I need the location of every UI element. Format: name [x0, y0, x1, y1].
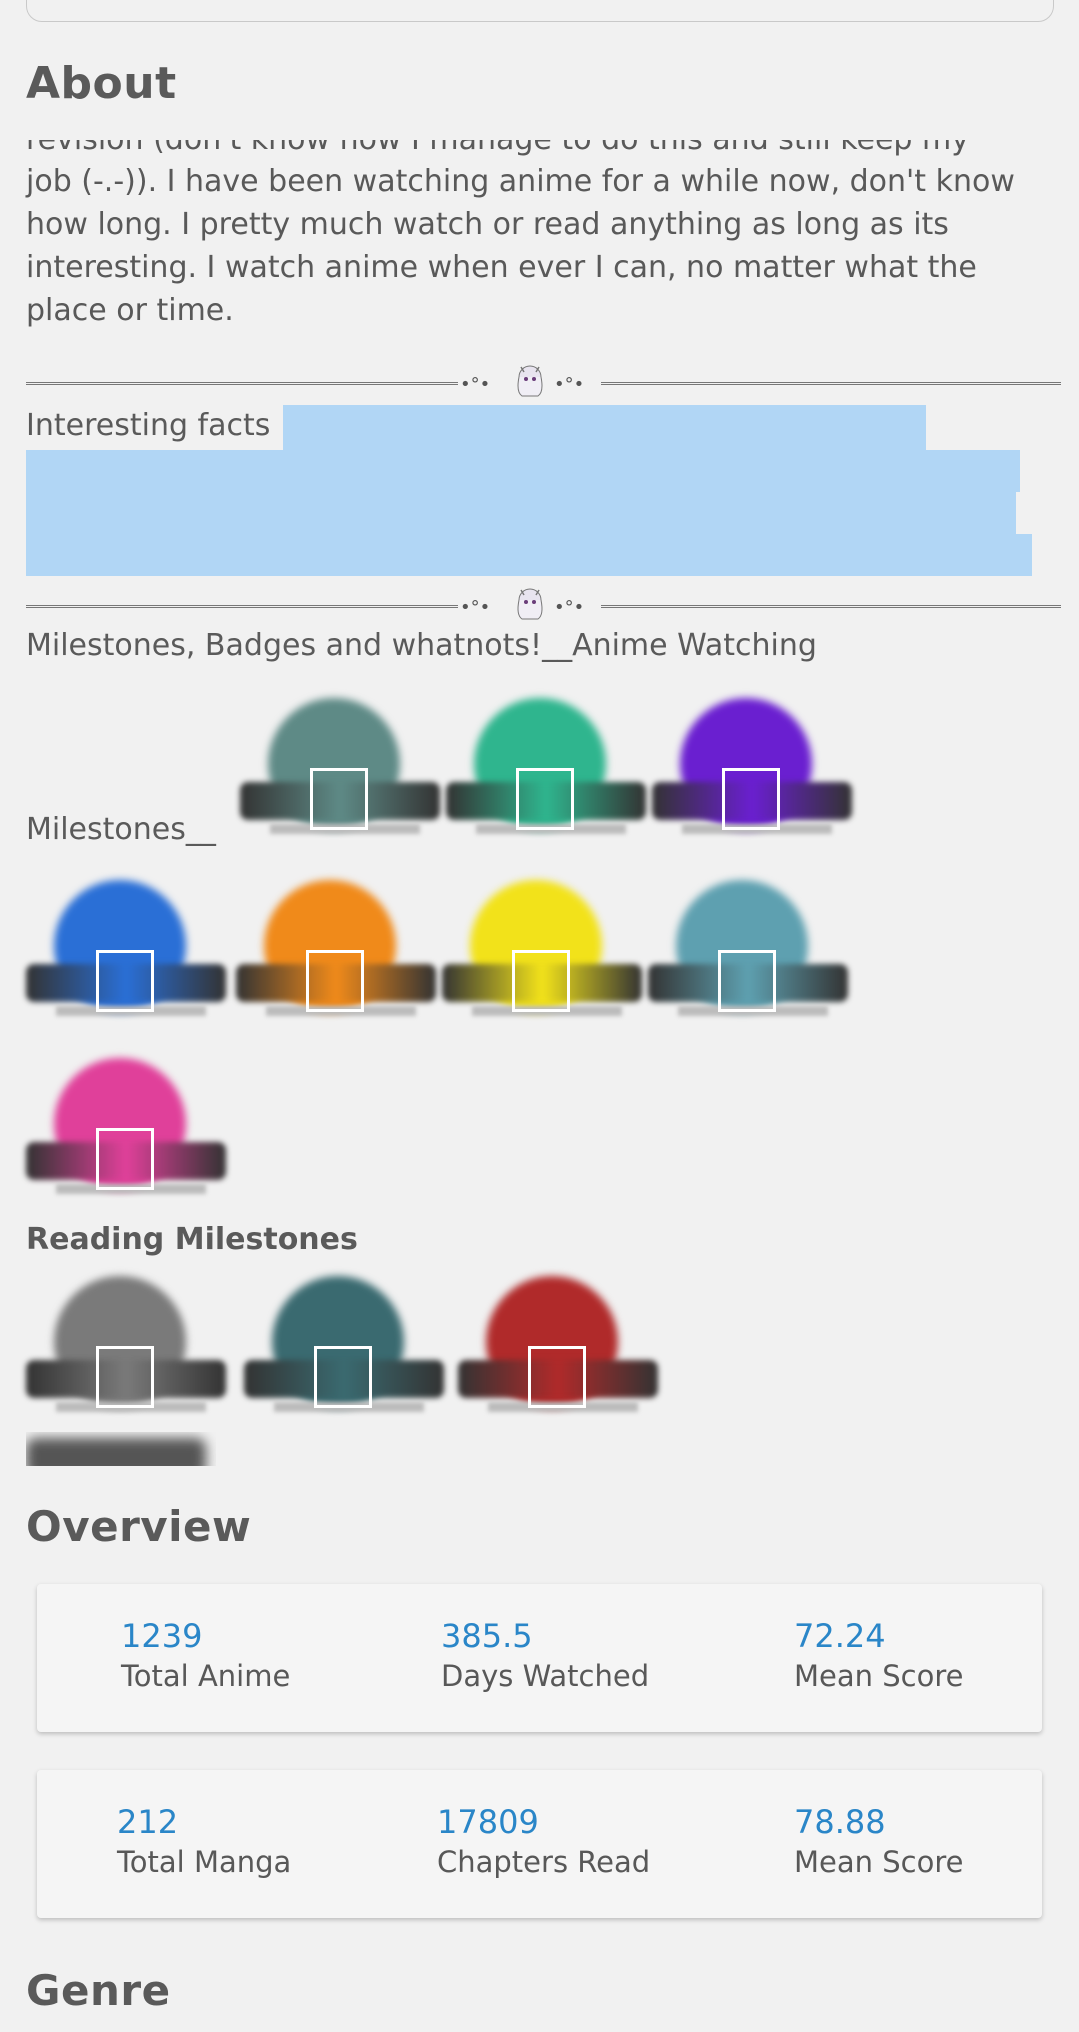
manga-badge[interactable]: [26, 1268, 226, 1428]
stat-label: Total Anime: [121, 1659, 291, 1693]
reading-milestones-label: Reading Milestones: [26, 1222, 358, 1257]
about-text-body: job (-.-)). I have been watching anime f…: [26, 164, 1015, 328]
genre-title: Genre: [26, 1966, 171, 2015]
chibi-girl-icon: [517, 365, 543, 397]
divider-center: •°• •°•: [460, 362, 600, 400]
manga-stats-card: 212 Total Manga 17809 Chapters Read 78.8…: [37, 1770, 1042, 1918]
selection-highlight: [26, 534, 1032, 576]
anime-badge[interactable]: [240, 690, 440, 850]
image-placeholder-icon: [306, 950, 364, 1012]
interesting-facts-label: Interesting facts: [26, 408, 271, 443]
image-placeholder-icon: [718, 950, 776, 1012]
image-placeholder-icon: [512, 950, 570, 1012]
milestones-heading: Milestones, Badges and whatnots!__Anime …: [26, 628, 817, 663]
stat-value: 1239: [121, 1617, 203, 1655]
stat-value: 72.24: [794, 1617, 886, 1655]
manga-badge[interactable]: [244, 1268, 444, 1428]
divider-line-left: [26, 605, 458, 608]
stat-label: Days Watched: [441, 1659, 650, 1693]
anime-badge[interactable]: [26, 1050, 226, 1210]
partial-badge: [26, 1432, 216, 1466]
anime-badge[interactable]: [442, 872, 642, 1032]
selection-highlight: [26, 450, 1020, 492]
anime-stats-card: 1239 Total Anime 385.5 Days Watched 72.2…: [37, 1584, 1042, 1732]
image-placeholder-icon: [96, 950, 154, 1012]
image-placeholder-icon: [96, 1346, 154, 1408]
stat-value: 212: [117, 1803, 179, 1841]
stat-chapters-read: 17809 Chapters Read: [437, 1802, 650, 1882]
stat-label: Chapters Read: [437, 1845, 651, 1879]
divider-line-right: [601, 382, 1061, 385]
divider-ornament: •°• •°•: [26, 583, 1061, 623]
divider-line-left: [26, 382, 458, 385]
divider-line-right: [601, 605, 1061, 608]
chibi-girl-icon: [517, 588, 543, 620]
stat-mean-score: 72.24 Mean Score: [794, 1616, 963, 1696]
image-placeholder-icon: [96, 1128, 154, 1190]
stat-value: 78.88: [794, 1803, 886, 1841]
image-placeholder-icon: [310, 768, 368, 830]
about-text: revision (don't know how I manage to do …: [26, 140, 1036, 332]
stat-label: Mean Score: [794, 1845, 964, 1879]
stat-mean-score: 78.88 Mean Score: [794, 1802, 963, 1882]
stat-value: 17809: [437, 1803, 539, 1841]
divider-dots-right: •°•: [554, 374, 585, 395]
selection-highlight: [283, 405, 926, 450]
milestones-label: Milestones__: [26, 812, 216, 847]
anime-badge[interactable]: [648, 872, 848, 1032]
stat-days-watched: 385.5 Days Watched: [441, 1616, 649, 1696]
selection-highlight: [26, 492, 1016, 534]
about-text-clipped-line: revision (don't know how I manage to do …: [26, 140, 1036, 160]
divider-dots-right: •°•: [554, 597, 585, 618]
image-placeholder-icon: [528, 1346, 586, 1408]
divider-ornament: •°• •°•: [26, 360, 1061, 400]
overview-title: Overview: [26, 1502, 252, 1551]
divider-center: •°• •°•: [460, 585, 600, 623]
previous-card: [26, 0, 1054, 22]
image-placeholder-icon: [314, 1346, 372, 1408]
divider-dots-left: •°•: [460, 374, 491, 395]
stat-total-manga: 212 Total Manga: [117, 1802, 291, 1882]
stat-label: Mean Score: [794, 1659, 964, 1693]
about-title: About: [26, 58, 177, 109]
stat-total-anime: 1239 Total Anime: [121, 1616, 290, 1696]
image-placeholder-icon: [516, 768, 574, 830]
stat-value: 385.5: [441, 1617, 533, 1655]
anime-badge[interactable]: [236, 872, 436, 1032]
stat-label: Total Manga: [117, 1845, 292, 1879]
anime-badge[interactable]: [446, 690, 646, 850]
anime-badge[interactable]: [26, 872, 226, 1032]
image-placeholder-icon: [722, 768, 780, 830]
manga-badge[interactable]: [458, 1268, 658, 1428]
badge-art: [26, 1438, 206, 1466]
divider-dots-left: •°•: [460, 597, 491, 618]
anime-badge[interactable]: [652, 690, 852, 850]
